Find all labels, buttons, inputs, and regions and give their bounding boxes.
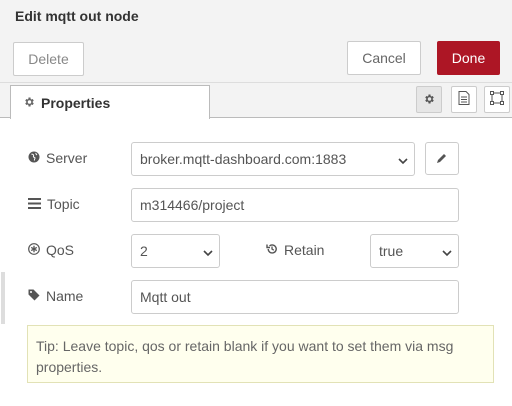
description-tab-button[interactable] <box>451 86 477 113</box>
done-button[interactable]: Done <box>437 41 500 75</box>
name-value: Mqtt out <box>140 289 191 305</box>
list-icon <box>28 196 47 212</box>
name-label: Name <box>46 288 84 304</box>
server-label-row: Server <box>28 150 87 166</box>
edit-server-button[interactable] <box>425 142 459 175</box>
qos-label-row: QoS <box>28 242 74 258</box>
document-icon <box>458 91 470 108</box>
topic-label: Topic <box>47 196 80 212</box>
retain-label-row: Retain <box>266 242 324 258</box>
delete-button[interactable]: Delete <box>13 42 84 76</box>
chevron-down-icon <box>398 153 408 169</box>
tab-bar: Properties <box>0 83 512 119</box>
retain-select[interactable]: true <box>370 234 459 268</box>
topic-input[interactable]: m314466/project <box>131 188 459 222</box>
name-input[interactable]: Mqtt out <box>131 280 459 314</box>
dialog-toolbar: Delete Cancel Done <box>0 33 512 83</box>
pencil-icon <box>436 151 448 167</box>
chevron-down-icon <box>203 245 213 261</box>
gear-icon <box>423 92 435 108</box>
topic-value: m314466/project <box>140 197 245 213</box>
name-label-row: Name <box>28 288 83 304</box>
tip-box: Tip: Leave topic, qos or retain blank if… <box>27 325 494 383</box>
server-select[interactable]: broker.mqtt-dashboard.com:1883 <box>131 142 415 176</box>
dialog-header: Edit mqtt out node <box>0 0 512 33</box>
qos-value: 2 <box>140 243 148 259</box>
properties-tab-button[interactable] <box>416 86 442 113</box>
qos-select[interactable]: 2 <box>131 234 220 268</box>
cancel-button[interactable]: Cancel <box>347 41 421 75</box>
tab-properties[interactable]: Properties <box>10 85 210 119</box>
topic-label-row: Topic <box>28 196 80 212</box>
globe-icon <box>28 150 46 166</box>
server-label: Server <box>46 150 88 166</box>
dialog-title: Edit mqtt out node <box>15 8 139 24</box>
chevron-down-icon <box>442 245 452 261</box>
left-rail <box>0 118 6 406</box>
server-value: broker.mqtt-dashboard.com:1883 <box>140 151 347 167</box>
asterisk-circle-icon <box>28 242 46 258</box>
resize-handle[interactable] <box>1 272 5 324</box>
qos-label: QoS <box>46 242 75 258</box>
gear-icon <box>23 95 35 111</box>
history-icon <box>266 242 284 258</box>
tab-properties-label: Properties <box>41 94 111 111</box>
appearance-tab-button[interactable] <box>484 86 510 113</box>
retain-value: true <box>379 243 404 259</box>
tag-icon <box>28 288 46 304</box>
frame-icon <box>490 91 504 108</box>
retain-label: Retain <box>284 242 325 258</box>
